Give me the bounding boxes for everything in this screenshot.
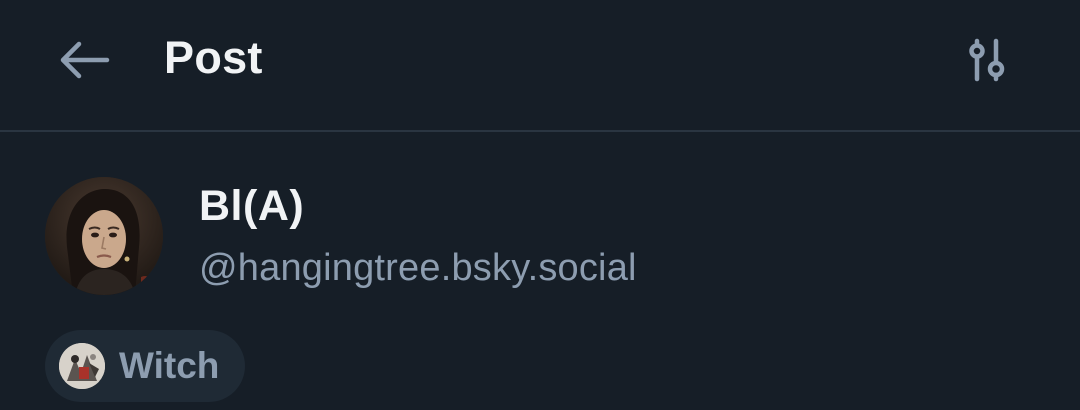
thread-settings-button[interactable] (955, 30, 1019, 90)
avatar-portrait (45, 177, 163, 295)
top-bar: Post (0, 0, 1080, 132)
avatar[interactable] (45, 177, 163, 295)
label-badge[interactable]: Witch (45, 330, 246, 402)
arrow-left-icon (60, 41, 110, 79)
author-handle[interactable]: @hangingtree.bsky.social (199, 240, 637, 296)
label-badge-text: Witch (119, 345, 220, 386)
labeler-avatar-icon (59, 343, 105, 389)
sliders-icon (969, 38, 1005, 82)
page-title: Post (164, 32, 263, 83)
author-display-name[interactable]: Bl(A) (199, 178, 304, 234)
post-screen: Post Bl(A) @hangingtree.bsky.social Witc… (0, 0, 1080, 410)
post-author: Bl(A) @hangingtree.bsky.social Witch (0, 132, 1080, 410)
back-button[interactable] (52, 34, 116, 86)
